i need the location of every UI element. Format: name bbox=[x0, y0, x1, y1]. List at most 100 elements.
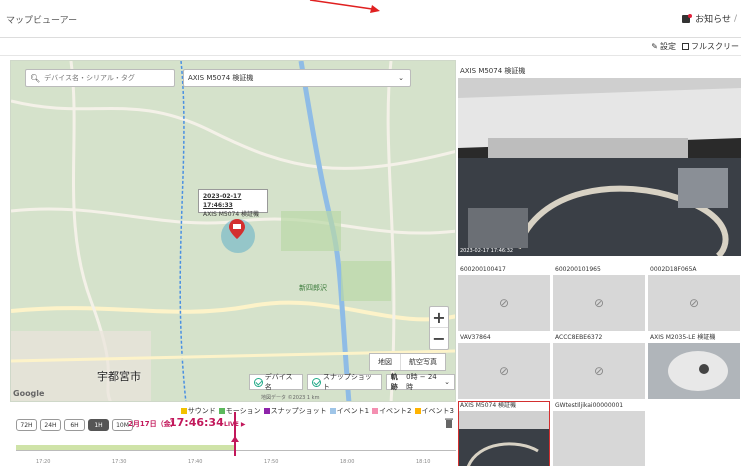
park-label: 新四郎沢 bbox=[299, 284, 327, 292]
legend-swatch bbox=[329, 408, 336, 414]
tick-label: 18:00 bbox=[340, 459, 355, 465]
legend-event3: イベント3 bbox=[414, 406, 454, 416]
camera-tile[interactable]: VAV37864 ⊘ bbox=[458, 333, 550, 399]
notifications-label: お知らせ bbox=[695, 15, 731, 25]
camera-tile-label: VAV37864 bbox=[460, 334, 491, 341]
device-name-toggle[interactable]: デバイス名 bbox=[249, 373, 304, 391]
trash-icon[interactable] bbox=[445, 418, 453, 428]
camera-off-icon: ⊘ bbox=[688, 296, 700, 310]
camera-tile[interactable]: 600200101965 ⊘ bbox=[553, 265, 645, 331]
video-timestamp: 2023-02-17 17:46:32 bbox=[460, 248, 514, 254]
legend-label: サウンド bbox=[187, 407, 216, 415]
map-attribution: 地図データ ©2023 1 km bbox=[261, 395, 320, 401]
zoom-out-button[interactable]: − bbox=[430, 328, 448, 349]
camera-pin-icon[interactable] bbox=[229, 219, 245, 239]
camera-tile-label: ACCC8EBE6372 bbox=[555, 334, 603, 341]
camera-offline-thumb: ⊘ bbox=[648, 275, 740, 331]
legend-snapshot: スナップショット bbox=[263, 406, 327, 416]
fullscreen-icon bbox=[682, 43, 689, 50]
range-6h-button[interactable]: 6H bbox=[64, 419, 85, 431]
popup-timestamp: 2023-02-17 17:46:33 bbox=[203, 193, 242, 209]
timeline-ticks: 17:20 17:30 17:40 17:50 18:00 18:10 bbox=[16, 455, 456, 465]
legend-swatch bbox=[180, 408, 187, 414]
search-input[interactable] bbox=[44, 74, 165, 82]
track-range-select[interactable]: 軌跡 0時 − 24時 ⌄ bbox=[385, 373, 455, 391]
check-icon bbox=[312, 377, 321, 387]
range-1h-button[interactable]: 1H bbox=[88, 419, 109, 431]
camera-offline-thumb: ⊘ bbox=[553, 275, 645, 331]
google-logo: Google bbox=[13, 389, 45, 398]
track-range: 0時 − 24時 bbox=[406, 373, 437, 391]
camera-tile[interactable]: GWtestIljikai00000001 bbox=[553, 401, 645, 466]
chevron-down-icon: ⌄ bbox=[398, 74, 404, 82]
device-search[interactable]: 🔍︎ bbox=[25, 69, 175, 87]
app-title: マップビューアー bbox=[6, 16, 78, 26]
tick-label: 17:50 bbox=[264, 459, 279, 465]
legend-motion: モーション bbox=[218, 406, 261, 416]
map-viewer-app: マップビューアー お知らせ / ✎ 設定 フルスクリー 🔍︎ デバイス名・シリア… bbox=[0, 0, 741, 466]
legend-swatch bbox=[372, 408, 379, 414]
device-popup[interactable]: 2023-02-17 17:46:33 AXIS M5074 検証機 bbox=[198, 189, 268, 218]
camera-tile[interactable]: 600200100417 ⊘ bbox=[458, 265, 550, 331]
range-buttons: 72H 24H 6H 1H 10M bbox=[16, 419, 133, 431]
thumbnail-image bbox=[648, 343, 740, 399]
timeline-time: 17:46:34 bbox=[169, 416, 224, 429]
map-options: デバイス名 スナップショット 軌跡 0時 − 24時 ⌄ bbox=[249, 373, 455, 391]
legend-swatch bbox=[263, 408, 270, 414]
pencil-icon: ✎ bbox=[651, 42, 658, 51]
camera-offline-thumb: ⊘ bbox=[458, 275, 550, 331]
camera-tile-label: 0002D18F065A bbox=[650, 266, 697, 273]
snapshot-label: スナップショット bbox=[322, 373, 372, 391]
map-type-toggle: 地図 航空写真 bbox=[369, 353, 446, 371]
camera-thumb-empty bbox=[553, 411, 645, 466]
range-24h-button[interactable]: 24H bbox=[40, 419, 61, 431]
zoom-in-button[interactable]: + bbox=[430, 307, 448, 328]
camera-off-icon: ⊘ bbox=[498, 364, 510, 378]
notification-icon bbox=[682, 13, 693, 24]
track-label: 軌跡 bbox=[390, 373, 398, 391]
search-icon: 🔍︎ bbox=[30, 73, 41, 83]
legend-label: モーション bbox=[225, 407, 261, 415]
settings-button[interactable]: ✎ 設定 bbox=[651, 41, 676, 52]
camera-tile-label: GWtestIljikai00000001 bbox=[555, 402, 624, 409]
legend-event2: イベント2 bbox=[372, 406, 412, 416]
map-area[interactable]: 🔍︎ AXIS M5074 検証機 ⌄ 2023-02-17 17:46:33 … bbox=[10, 60, 456, 402]
camera-off-icon: ⊘ bbox=[593, 296, 605, 310]
camera-tile-label: AXIS M2035-LE 検証機 bbox=[650, 334, 716, 341]
legend-label: イベント1 bbox=[336, 407, 370, 415]
chevron-down-icon: ⌄ bbox=[444, 378, 450, 386]
track-baseline bbox=[16, 450, 456, 451]
timeline-track[interactable] bbox=[16, 442, 456, 452]
timeline-cursor[interactable] bbox=[231, 412, 239, 456]
city-label: 宇都宮市 bbox=[97, 370, 141, 383]
snapshot-toggle[interactable]: スナップショット bbox=[307, 373, 382, 391]
legend-label: イベント3 bbox=[421, 407, 454, 415]
settings-label: 設定 bbox=[660, 42, 676, 51]
main-camera-video[interactable]: 2023-02-17 17:46:32 bbox=[458, 78, 741, 256]
notifications-button[interactable]: お知らせ / bbox=[682, 12, 737, 25]
selection-outline bbox=[458, 401, 550, 466]
camera-live-thumb bbox=[648, 343, 740, 399]
zoom-control: + − bbox=[429, 306, 449, 350]
tick-label: 18:10 bbox=[416, 459, 431, 465]
camera-tile-label: 600200101965 bbox=[555, 266, 601, 273]
legend-event1: イベント1 bbox=[329, 406, 370, 416]
range-72h-button[interactable]: 72H bbox=[16, 419, 37, 431]
timeline: サウンド モーション スナップショット イベント1 イベント2 イベント3 72… bbox=[10, 402, 456, 466]
map-type-aerial[interactable]: 航空写真 bbox=[401, 354, 445, 370]
camera-offline-thumb: ⊘ bbox=[553, 343, 645, 399]
camera-tile-label: 600200100417 bbox=[460, 266, 506, 273]
camera-tile[interactable]: AXIS M2035-LE 検証機 bbox=[648, 333, 740, 399]
camera-tile[interactable]: ACCC8EBE6372 ⊘ bbox=[553, 333, 645, 399]
main-camera-title: AXIS M5074 検証機 bbox=[460, 67, 526, 75]
camera-tile[interactable]: 0002D18F065A ⊘ bbox=[648, 265, 740, 331]
legend-sound: サウンド bbox=[180, 406, 216, 416]
selected-device: AXIS M5074 検証機 bbox=[188, 74, 254, 82]
popup-device: AXIS M5074 検証機 bbox=[203, 211, 260, 218]
camera-off-icon: ⊘ bbox=[498, 296, 510, 310]
toolbar: ✎ 設定 フルスクリー bbox=[0, 38, 741, 56]
map-type-map[interactable]: 地図 bbox=[370, 354, 401, 370]
device-select[interactable]: AXIS M5074 検証機 ⌄ bbox=[183, 69, 411, 87]
fullscreen-button[interactable]: フルスクリー bbox=[682, 41, 739, 52]
legend-label: イベント2 bbox=[379, 407, 412, 415]
